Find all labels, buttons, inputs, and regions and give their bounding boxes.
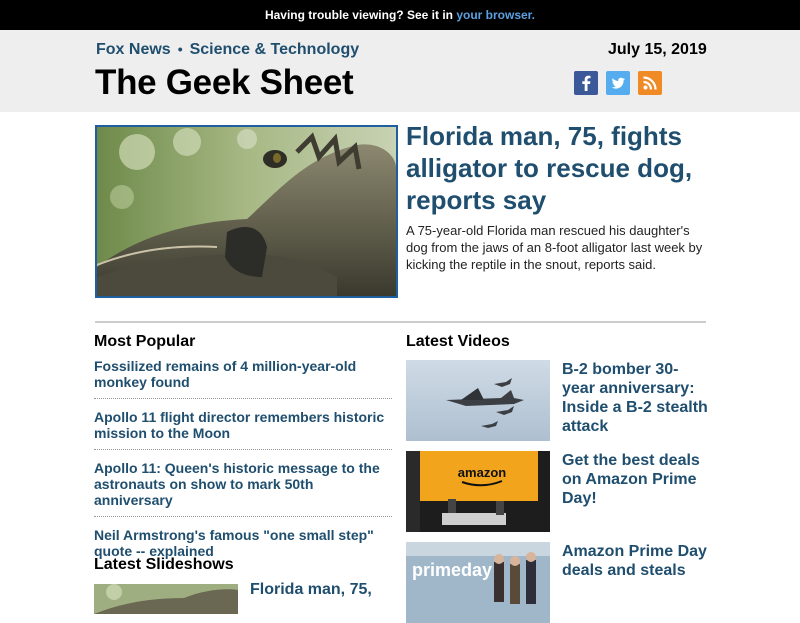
amazon-logo-text: amazon [458, 465, 506, 480]
slideshow-alligator-thumbnail[interactable] [94, 584, 238, 614]
primeday-banner-text: primeday [412, 560, 492, 580]
latest-slideshows-heading: Latest Slideshows [94, 556, 234, 573]
popular-story-link[interactable]: Fossilized remains of 4 million-year-old… [94, 357, 392, 399]
view-in-browser-link[interactable]: your browser. [456, 8, 535, 22]
popular-story-link[interactable]: Apollo 11: Queen's historic message to t… [94, 459, 392, 517]
slideshow-title-link[interactable]: Florida man, 75, [250, 580, 400, 599]
section-divider [95, 321, 706, 323]
fox-news-link[interactable]: Fox News [96, 41, 171, 58]
science-technology-link[interactable]: Science & Technology [190, 41, 360, 58]
issue-date: July 15, 2019 [608, 41, 707, 58]
b2-bomber-thumbnail[interactable] [406, 360, 550, 441]
most-popular-list: Fossilized remains of 4 million-year-old… [94, 357, 392, 576]
video-title-link[interactable]: Get the best deals on Amazon Prime Day! [562, 451, 710, 508]
masthead: Fox News • Science & Technology The Geek S… [0, 30, 800, 112]
most-popular-heading: Most Popular [94, 333, 196, 350]
hero-alligator-image[interactable] [95, 125, 398, 298]
breadcrumb-separator: • [177, 41, 183, 57]
video-title-link[interactable]: Amazon Prime Day deals and steals [562, 542, 710, 580]
popular-story-link[interactable]: Apollo 11 flight director remembers hist… [94, 408, 392, 450]
section-breadcrumb: Fox News • Science & Technology [96, 41, 359, 59]
latest-videos-heading: Latest Videos [406, 333, 510, 350]
hero-summary: A 75-year-old Florida man rescued his da… [406, 223, 703, 272]
twitter-icon[interactable] [606, 71, 630, 95]
facebook-icon[interactable] [574, 71, 598, 95]
hero-headline[interactable]: Florida man, 75, fights alligator to res… [406, 120, 716, 216]
rss-icon[interactable] [638, 71, 662, 95]
browser-view-bar: Having trouble viewing? See it in your b… [0, 0, 800, 30]
newsletter-title: The Geek Sheet [95, 63, 354, 102]
prime-day-thumbnail[interactable]: primeday [406, 542, 550, 623]
browser-view-text: Having trouble viewing? See it in [264, 8, 453, 22]
amazon-deals-thumbnail[interactable]: amazon [406, 451, 550, 532]
video-title-link[interactable]: B-2 bomber 30-year anniversary: Inside a… [562, 360, 710, 436]
social-links [574, 71, 662, 95]
